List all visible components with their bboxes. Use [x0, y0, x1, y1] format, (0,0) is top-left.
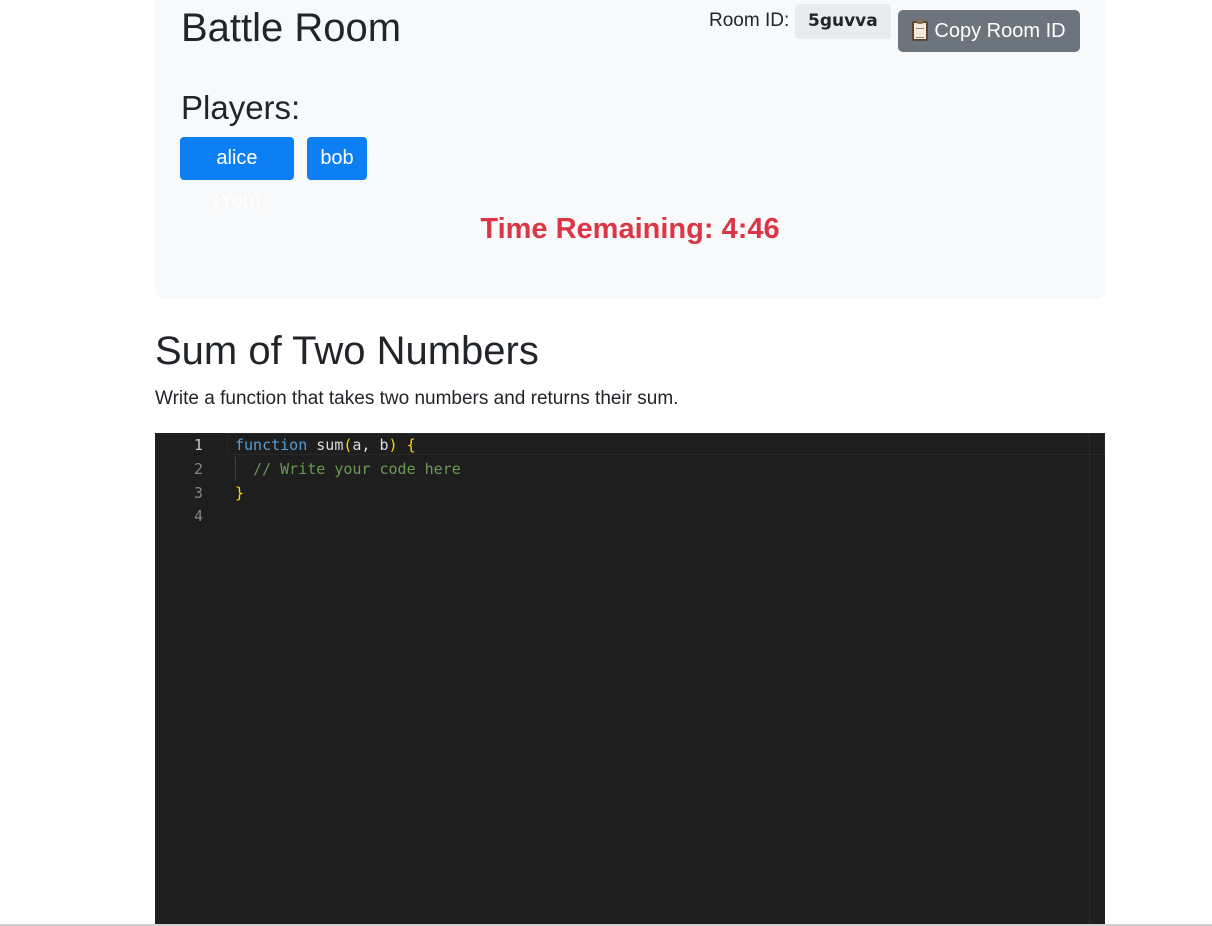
- code-token-ident: [398, 436, 407, 454]
- page-title: Battle Room: [181, 6, 402, 50]
- problem-description: Write a function that takes two numbers …: [155, 388, 679, 409]
- code-token-paren: ): [388, 436, 398, 454]
- code-line[interactable]: 4: [155, 504, 1089, 528]
- time-remaining: Time Remaining: 4:46: [480, 213, 780, 245]
- code-token-paren: {: [406, 436, 416, 454]
- code-line[interactable]: 1 function sum(a, b) {: [155, 433, 1089, 457]
- line-number: 1: [193, 436, 203, 454]
- problem-title: Sum of Two Numbers: [155, 329, 539, 373]
- code-token-ident: a, b: [352, 436, 389, 454]
- code-token-paren: }: [235, 484, 245, 502]
- code-line[interactable]: 2 // Write your code here: [155, 457, 1089, 481]
- code-token-comment: // Write your code here: [253, 460, 461, 478]
- line-number: 4: [193, 507, 203, 525]
- copy-room-id-label: Copy Room ID: [934, 19, 1066, 42]
- clipboard-icon: [912, 19, 929, 41]
- room-id-value: 5guvva: [795, 4, 891, 39]
- line-code: // Write your code here: [235, 457, 461, 481]
- code-token-keyword: function: [235, 436, 308, 454]
- player-badge-alice: alice (You): [180, 137, 294, 212]
- code-line[interactable]: 3}: [155, 481, 1089, 505]
- code-token-ident: sum: [307, 436, 344, 454]
- editor-scrollbar[interactable]: [1089, 433, 1105, 926]
- player-badge-bob: bob: [307, 137, 367, 180]
- line-code: }: [235, 481, 244, 505]
- copy-room-id-button[interactable]: Copy Room ID: [898, 10, 1080, 52]
- line-number: 2: [193, 460, 203, 478]
- room-id-label: Room ID:: [709, 10, 790, 31]
- players-heading: Players:: [181, 89, 301, 126]
- code-editor[interactable]: 1 function sum(a, b) {2 // Write your cod…: [155, 433, 1105, 926]
- line-code: function sum(a, b) {: [235, 433, 416, 457]
- code-token-ident: [235, 460, 253, 478]
- line-number: 3: [193, 484, 203, 502]
